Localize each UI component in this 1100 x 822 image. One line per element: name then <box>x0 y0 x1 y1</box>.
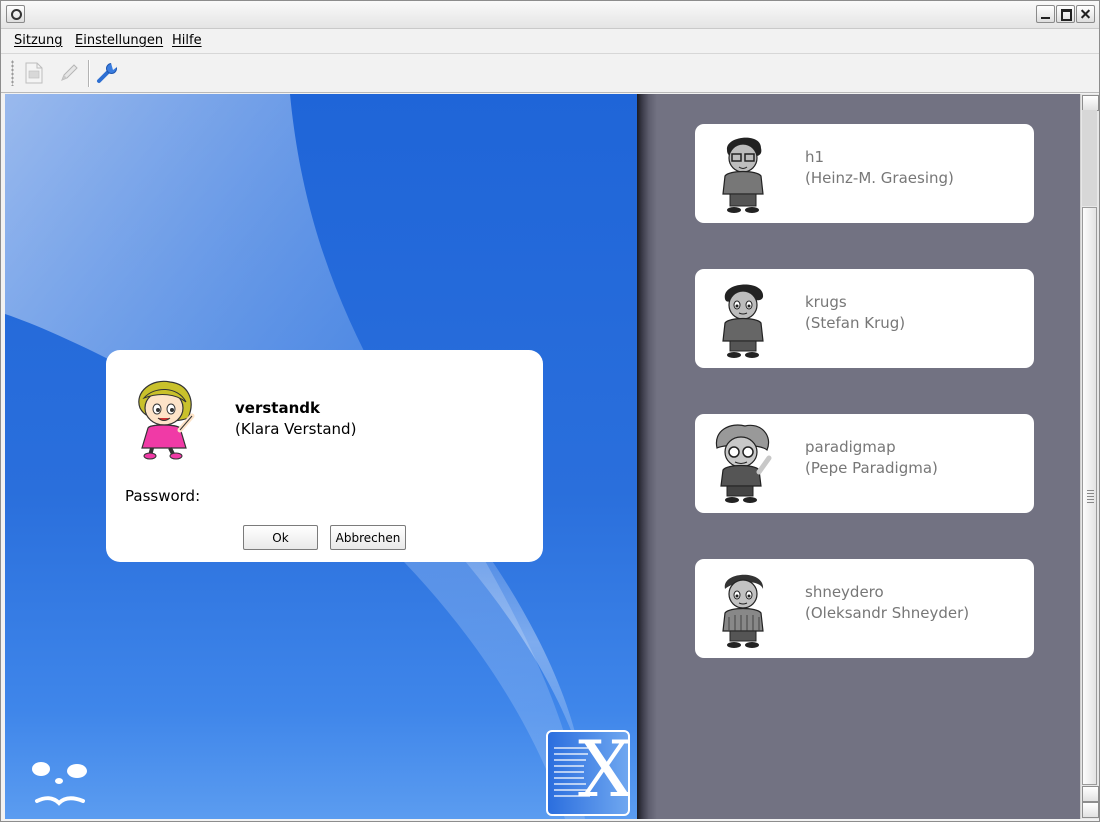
user-fullname: (Pepe Paradigma) <box>805 459 938 477</box>
user-avatar-paradigmap <box>715 424 772 503</box>
toolbar-separator <box>88 60 90 87</box>
x-logo: X <box>546 730 630 816</box>
x-logo-letter: X <box>578 730 630 815</box>
toolbar-grip[interactable] <box>11 60 14 86</box>
cancel-button[interactable]: Abbrechen <box>330 525 406 550</box>
password-input[interactable] <box>216 484 520 508</box>
user-fullname: (Heinz-M. Graesing) <box>805 169 954 187</box>
window-menu-icon[interactable] <box>6 5 25 23</box>
new-session-icon[interactable] <box>22 61 46 85</box>
user-avatar-shneydero <box>722 574 764 648</box>
scroll-thumb[interactable] <box>1082 207 1097 785</box>
user-list-scrollbar[interactable] <box>1080 94 1099 819</box>
scroll-thumb-grip <box>1087 490 1094 504</box>
scroll-up-button-bottom[interactable] <box>1082 786 1099 802</box>
user-list: h1 (Heinz-M. Graesing) krugs (Stefan Kru… <box>657 94 1080 819</box>
maximize-button[interactable] <box>1056 5 1075 23</box>
user-card-h1[interactable]: h1 (Heinz-M. Graesing) <box>695 124 1034 223</box>
login-panel: X verstandk (Klara Verstand) Password: O… <box>5 94 637 819</box>
scroll-up-button[interactable] <box>1082 95 1099 111</box>
user-fullname: (Stefan Krug) <box>805 314 906 332</box>
menu-bar: Sitzung Einstellungen Hilfe <box>1 29 1099 54</box>
toolbar <box>1 54 1099 93</box>
user-avatar-krugs <box>722 284 764 358</box>
password-label: Password: <box>125 487 201 505</box>
edit-session-icon[interactable] <box>57 61 81 85</box>
selected-username: verstandk <box>235 399 320 417</box>
user-avatar-h1 <box>722 137 764 213</box>
menu-einstellungen[interactable]: Einstellungen <box>75 33 163 48</box>
user-username: h1 <box>805 148 825 166</box>
user-card-krugs[interactable]: krugs (Stefan Krug) <box>695 269 1034 368</box>
scroll-track[interactable] <box>1082 110 1097 206</box>
menu-hilfe[interactable]: Hilfe <box>172 33 202 48</box>
user-username: paradigmap <box>805 438 896 456</box>
bear-logo-icon <box>32 762 87 806</box>
login-card: verstandk (Klara Verstand) Password: Ok … <box>106 350 543 562</box>
panel-divider[interactable] <box>637 94 657 819</box>
app-window: Sitzung Einstellungen Hilfe X verstandk … <box>0 0 1100 822</box>
scroll-down-button[interactable] <box>1082 802 1099 818</box>
selected-fullname: (Klara Verstand) <box>235 420 357 438</box>
user-card-paradigmap[interactable]: paradigmap (Pepe Paradigma) <box>695 414 1034 513</box>
close-button[interactable] <box>1076 5 1095 23</box>
user-username: krugs <box>805 293 847 311</box>
settings-wrench-icon[interactable] <box>96 61 120 85</box>
user-username: shneydero <box>805 583 884 601</box>
title-bar <box>1 1 1099 29</box>
user-fullname: (Oleksandr Shneyder) <box>805 604 970 622</box>
menu-sitzung[interactable]: Sitzung <box>14 33 63 48</box>
user-card-shneydero[interactable]: shneydero (Oleksandr Shneyder) <box>695 559 1034 658</box>
minimize-button[interactable] <box>1036 5 1055 23</box>
user-avatar-klara <box>138 380 195 460</box>
ok-button[interactable]: Ok <box>243 525 318 550</box>
